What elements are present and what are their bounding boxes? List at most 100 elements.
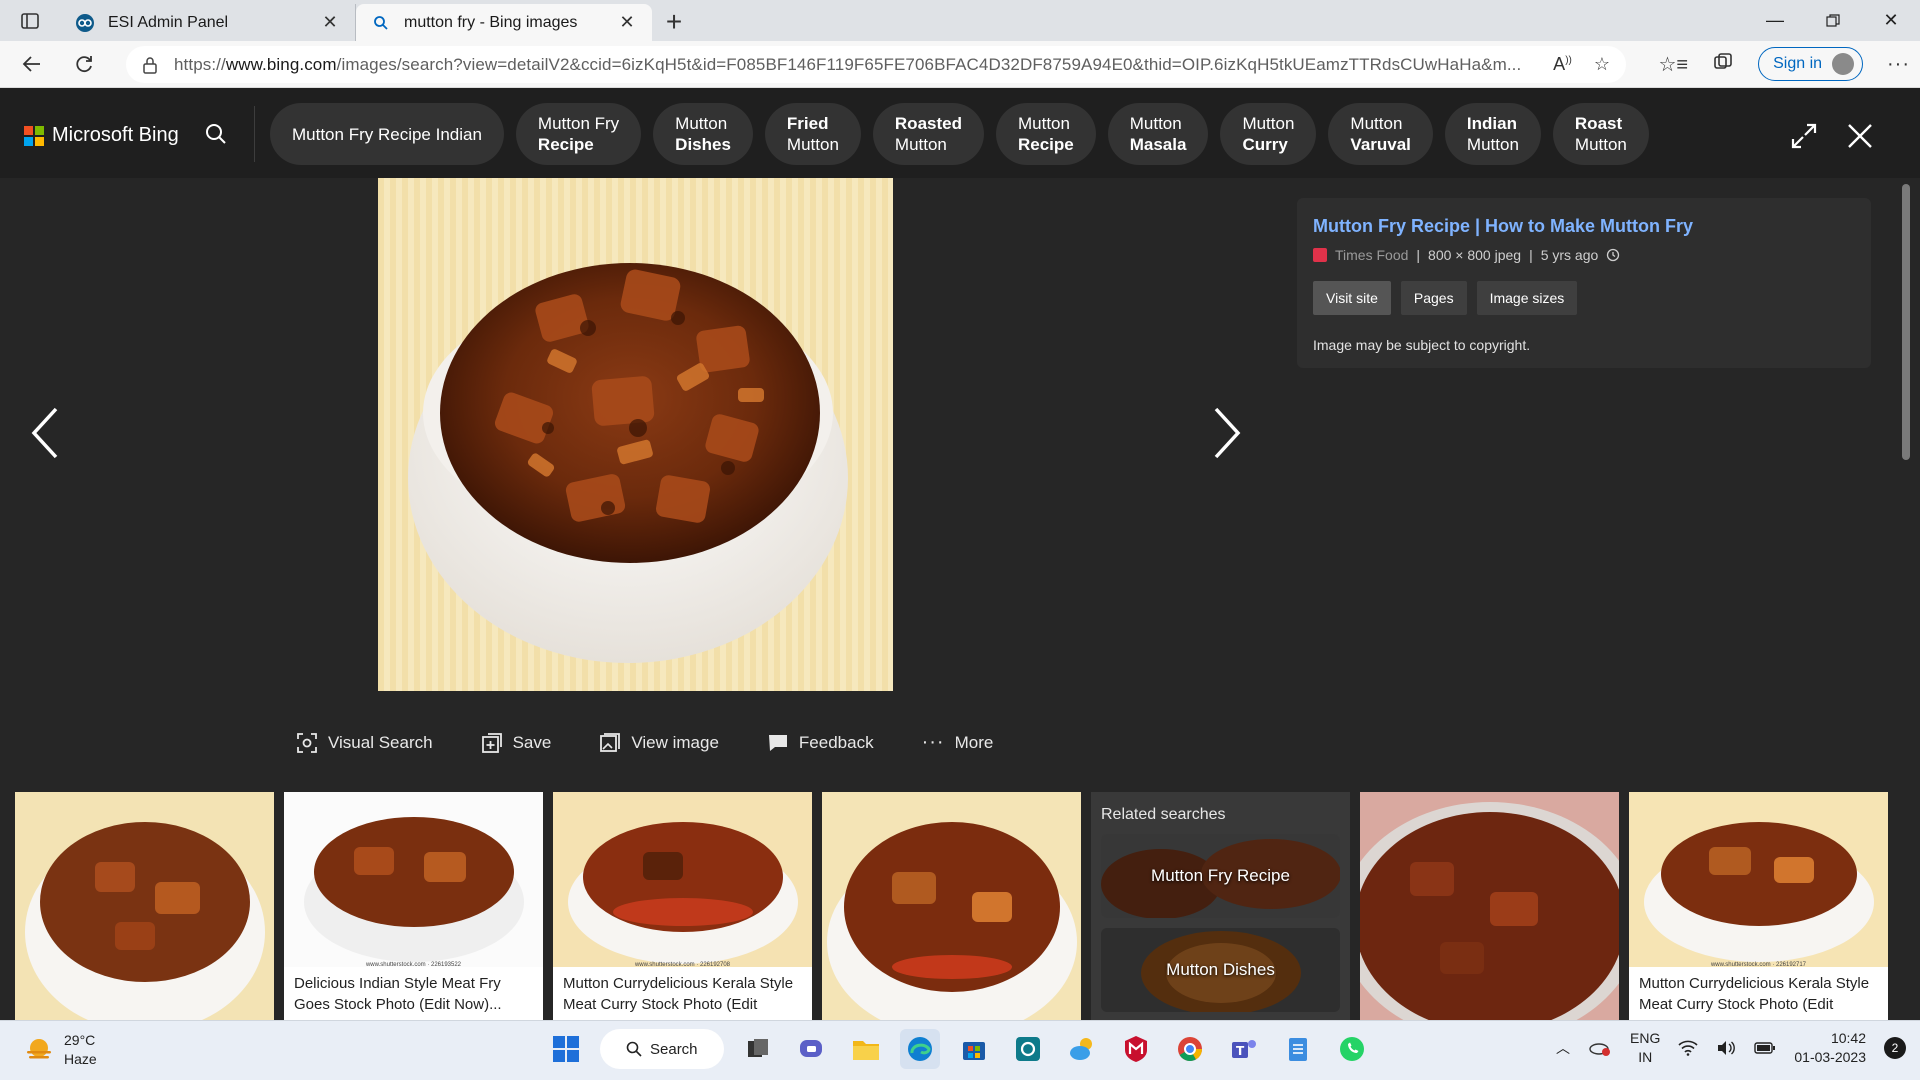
chip-mutton-curry[interactable]: Mutton Curry [1220, 103, 1317, 165]
chip-mutton-varuval[interactable]: Mutton Varuval [1328, 103, 1433, 165]
whatsapp-icon[interactable] [1332, 1029, 1372, 1069]
filmstrip-thumbnail[interactable]: www.shutterstock.com · 226193522 Delicio… [284, 792, 543, 1020]
window-controls: — ✕ [1746, 0, 1920, 41]
close-window-button[interactable]: ✕ [1862, 0, 1920, 41]
main-image[interactable] [378, 178, 893, 691]
expand-icon[interactable] [1790, 122, 1818, 150]
related-chips: Mutton Fry Recipe Indian Mutton Fry Recip… [270, 103, 1649, 165]
tab-close-icon[interactable]: ✕ [616, 12, 638, 34]
notification-badge[interactable]: 2 [1884, 1037, 1906, 1059]
chip-mutton-fry-recipe-indian[interactable]: Mutton Fry Recipe Indian [270, 103, 504, 165]
esi-favicon-icon [74, 12, 96, 34]
feedback-button[interactable]: Feedback [767, 731, 874, 754]
read-aloud-icon[interactable]: A)) [1553, 54, 1572, 75]
onedrive-icon[interactable] [1588, 1039, 1612, 1057]
view-image-button[interactable]: View image [599, 731, 719, 754]
start-button[interactable] [546, 1029, 586, 1069]
tab-close-icon[interactable]: ✕ [319, 12, 341, 34]
image-meta: Times Food | 800 × 800 jpeg | 5 yrs ago [1313, 247, 1855, 263]
chip-roast-mutton[interactable]: Roast Mutton [1552, 103, 1649, 165]
volume-icon[interactable] [1716, 1040, 1736, 1056]
file-explorer-icon[interactable] [846, 1029, 886, 1069]
refresh-button[interactable] [64, 46, 104, 82]
related-search-mutton-dishes[interactable]: Mutton Dishes [1101, 928, 1340, 1012]
tab-title: mutton fry - Bing images [404, 13, 578, 31]
visual-search-icon [297, 732, 317, 753]
times-food-favicon-icon [1313, 248, 1327, 262]
search-favicon-icon [370, 12, 392, 34]
mcafee-icon[interactable] [1116, 1029, 1156, 1069]
add-favorite-icon[interactable]: ☆ [1594, 54, 1610, 75]
weather-app-icon[interactable] [1062, 1029, 1102, 1069]
notepad-icon[interactable] [1278, 1029, 1318, 1069]
image-source[interactable]: Times Food [1335, 247, 1408, 263]
filmstrip-thumbnail[interactable] [822, 792, 1081, 1020]
more-menu-icon[interactable]: ··· [1887, 53, 1910, 76]
battery-icon[interactable] [1754, 1042, 1776, 1054]
tab-actions-button[interactable] [0, 0, 60, 41]
chip-roasted-mutton[interactable]: Roasted Mutton [872, 103, 984, 165]
related-searches-title: Related searches [1101, 806, 1226, 823]
taskbar-search[interactable]: Search [600, 1029, 724, 1069]
bing-logo[interactable]: Microsoft Bing [24, 124, 179, 147]
language-indicator[interactable]: ENG IN [1630, 1029, 1660, 1067]
view-image-icon [600, 732, 621, 752]
profile-avatar-icon [1832, 53, 1855, 75]
image-actions: Visual Search Save View image Feedback ·… [296, 731, 993, 754]
chip-indian-mutton[interactable]: Indian Mutton [1444, 103, 1541, 165]
address-bar[interactable]: https://www.bing.com/images/search?view=… [126, 46, 1626, 83]
close-viewer-icon[interactable] [1846, 122, 1874, 150]
image-dimensions: 800 × 800 jpeg [1428, 247, 1522, 263]
visit-site-button[interactable]: Visit site [1313, 281, 1391, 315]
filmstrip-thumbnail[interactable] [15, 792, 274, 1020]
favorites-icon[interactable]: ☆≡ [1658, 52, 1688, 77]
wifi-icon[interactable] [1678, 1040, 1698, 1056]
chevron-up-icon[interactable]: ︿ [1556, 1038, 1570, 1058]
browser-toolbar: https://www.bing.com/images/search?view=… [0, 41, 1920, 88]
image-title-link[interactable]: Mutton Fry Recipe | How to Make Mutton F… [1313, 216, 1855, 237]
sign-in-label: Sign in [1773, 55, 1823, 72]
weather-widget[interactable]: 29°C Haze [24, 1031, 97, 1069]
chip-mutton-fry-recipe[interactable]: Mutton Fry Recipe [515, 103, 642, 165]
lock-icon [143, 56, 157, 74]
tab-esi-admin[interactable]: ESI Admin Panel ✕ [60, 4, 356, 41]
clock[interactable]: 10:42 01-03-2023 [1794, 1029, 1866, 1067]
header-divider [254, 106, 255, 162]
sign-in-button[interactable]: Sign in [1758, 47, 1864, 81]
restore-button[interactable] [1804, 0, 1862, 41]
teal-app-icon[interactable] [1008, 1029, 1048, 1069]
microsoft-store-icon[interactable] [954, 1029, 994, 1069]
visual-search-button[interactable]: Visual Search [296, 731, 433, 754]
chip-mutton-recipe[interactable]: Mutton Recipe [995, 103, 1096, 165]
edge-browser-icon[interactable] [900, 1029, 940, 1069]
tab-bing-images[interactable]: mutton fry - Bing images ✕ [356, 4, 652, 41]
chrome-icon[interactable] [1170, 1029, 1210, 1069]
minimize-button[interactable]: — [1746, 0, 1804, 41]
collections-icon[interactable] [1712, 51, 1734, 78]
filmstrip-thumbnail[interactable] [1360, 792, 1619, 1020]
more-button[interactable]: ··· More [922, 731, 994, 754]
teams-icon[interactable]: T [1224, 1029, 1264, 1069]
filmstrip-thumbnail[interactable]: www.shutterstock.com · 226192708 Mutton … [553, 792, 812, 1020]
search-icon[interactable] [200, 118, 232, 150]
refresh-icon [76, 56, 92, 73]
image-age: 5 yrs ago [1540, 247, 1599, 263]
previous-image-arrow-icon[interactable] [26, 403, 66, 463]
image-sizes-button[interactable]: Image sizes [1476, 281, 1578, 315]
back-button[interactable] [12, 46, 52, 82]
new-tab-button[interactable]: + [652, 2, 696, 41]
teams-chat-icon[interactable] [792, 1029, 832, 1069]
next-image-arrow-icon[interactable] [1206, 403, 1246, 463]
pages-button[interactable]: Pages [1400, 281, 1467, 315]
microsoft-logo-icon [24, 125, 44, 146]
haze-sun-icon [27, 1039, 51, 1059]
chip-fried-mutton[interactable]: Fried Mutton [764, 103, 861, 165]
related-search-mutton-fry-recipe[interactable]: Mutton Fry Recipe [1101, 834, 1340, 918]
filmstrip-thumbnail[interactable]: www.shutterstock.com · 226192717 Mutton … [1629, 792, 1888, 1020]
scrollbar-thumb[interactable] [1902, 184, 1910, 460]
chip-mutton-masala[interactable]: Mutton Masala [1107, 103, 1209, 165]
task-view-icon[interactable] [738, 1029, 778, 1069]
tab-title: ESI Admin Panel [108, 13, 229, 31]
save-button[interactable]: Save [481, 731, 551, 754]
chip-mutton-dishes[interactable]: Mutton Dishes [653, 103, 753, 165]
